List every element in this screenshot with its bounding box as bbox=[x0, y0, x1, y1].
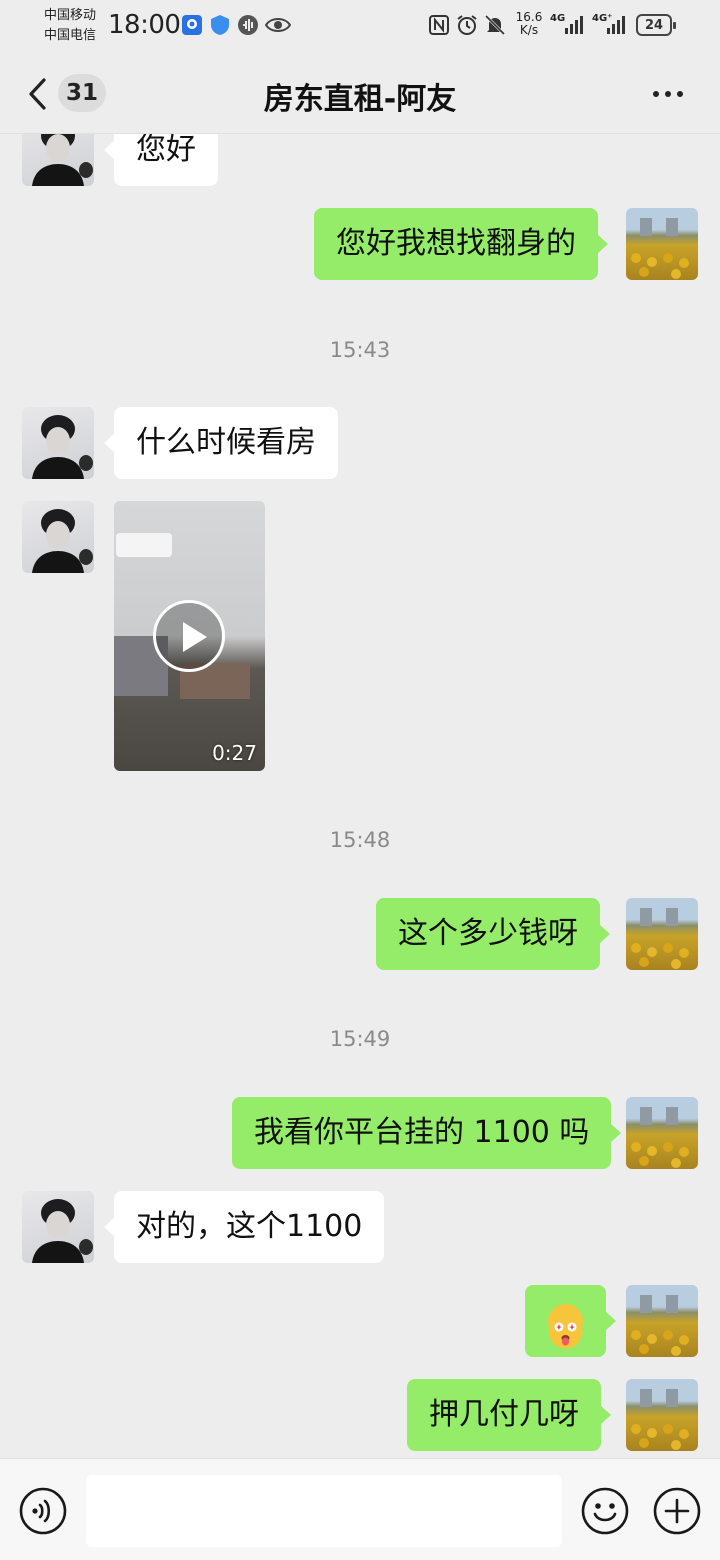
contact-avatar[interactable] bbox=[22, 501, 94, 573]
battery-icon: 24 bbox=[636, 14, 676, 36]
message-text: 您好我想找翻身的 bbox=[336, 226, 576, 261]
message-text: 什么时候看房 bbox=[136, 425, 316, 460]
network-speed: 16.6 K/s bbox=[512, 11, 546, 37]
video-duration: 0:27 bbox=[212, 741, 257, 765]
emoji-picker-icon[interactable] bbox=[580, 1486, 630, 1536]
tongue-out-star-eyes-emoji-icon bbox=[548, 1304, 583, 1349]
video-thumbnail-ac bbox=[116, 533, 172, 557]
security-shield-icon bbox=[208, 14, 232, 36]
play-icon[interactable] bbox=[153, 600, 225, 672]
speed-unit: K/s bbox=[519, 23, 539, 37]
timestamp: 15:43 bbox=[329, 338, 391, 362]
timestamp: 15:48 bbox=[329, 828, 391, 852]
user-avatar[interactable] bbox=[626, 898, 698, 970]
message-text: 我看你平台挂的 1100 吗 bbox=[254, 1115, 590, 1150]
more-options-icon[interactable] bbox=[650, 84, 690, 104]
message-bubble-outgoing[interactable]: 我看你平台挂的 1100 吗 bbox=[232, 1097, 622, 1169]
message-text: 对的，这个1100 bbox=[136, 1209, 363, 1244]
message-bubble-incoming[interactable]: 对的，这个1100 bbox=[103, 1191, 385, 1263]
contact-avatar[interactable] bbox=[22, 1191, 94, 1263]
message-input-bar bbox=[0, 1458, 720, 1560]
message-text: 这个多少钱呀 bbox=[398, 916, 578, 951]
signal-icon bbox=[562, 14, 588, 36]
signal-icon-2 bbox=[604, 14, 630, 36]
plus-more-icon[interactable] bbox=[652, 1486, 702, 1536]
shield-badge-icon bbox=[180, 14, 204, 36]
message-text: 您好 bbox=[136, 134, 196, 167]
status-time: 18:00 bbox=[108, 10, 181, 40]
message-bubble-outgoing[interactable]: 这个多少钱呀 bbox=[376, 898, 610, 970]
status-bar: 中国移动 中国电信 18:00 16.6 K/s 4G 4G⁺ 24 bbox=[0, 0, 720, 56]
mute-bell-icon bbox=[483, 14, 507, 36]
user-avatar[interactable] bbox=[626, 1285, 698, 1357]
message-text: 押几付几呀 bbox=[429, 1397, 579, 1432]
user-avatar[interactable] bbox=[626, 1379, 698, 1451]
soundwave-icon bbox=[236, 14, 260, 36]
message-input[interactable] bbox=[86, 1475, 562, 1547]
message-bubble-incoming[interactable]: 您好 bbox=[104, 134, 218, 186]
voice-input-icon[interactable] bbox=[18, 1486, 68, 1536]
chat-header: 31 房东直租-阿友 bbox=[0, 56, 720, 134]
message-bubble-outgoing[interactable] bbox=[525, 1285, 616, 1357]
contact-avatar[interactable] bbox=[22, 134, 94, 186]
timestamp: 15:49 bbox=[329, 1027, 391, 1051]
carrier-2: 中国电信 bbox=[44, 28, 97, 43]
alarm-icon bbox=[455, 14, 479, 36]
battery-level: 24 bbox=[644, 17, 664, 33]
carrier-info: 中国移动 中国电信 bbox=[44, 6, 96, 46]
contact-avatar[interactable] bbox=[22, 407, 94, 479]
nfc-icon bbox=[428, 14, 450, 36]
chat-title: 房东直租-阿友 bbox=[263, 82, 457, 117]
message-bubble-outgoing[interactable]: 押几付几呀 bbox=[407, 1379, 611, 1451]
user-avatar[interactable] bbox=[626, 1097, 698, 1169]
eye-icon bbox=[264, 14, 292, 36]
user-avatar[interactable] bbox=[626, 208, 698, 280]
message-bubble-outgoing[interactable]: 您好我想找翻身的 bbox=[314, 208, 608, 280]
message-bubble-incoming[interactable]: 什么时候看房 bbox=[104, 407, 338, 479]
video-message[interactable]: 0:27 bbox=[114, 501, 265, 771]
chat-message-list[interactable]: 您好 您好我想找翻身的 15:43 什么时候看房 0:27 15:48 这个多少… bbox=[0, 134, 720, 1458]
carrier-1: 中国移动 bbox=[44, 8, 97, 23]
